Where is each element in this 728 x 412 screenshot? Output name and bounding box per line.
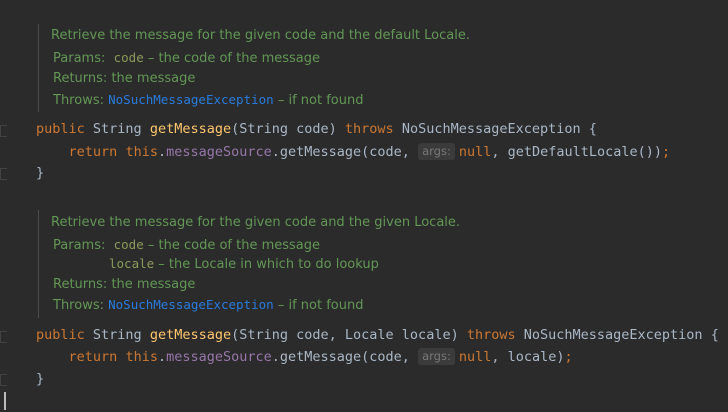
text-caret [4, 392, 6, 410]
keyword-null: null [458, 349, 492, 365]
doc-throws-label: Throws: [53, 298, 104, 313]
doc-param-name: code [113, 50, 144, 65]
doc-returns-label: Returns: [53, 277, 108, 292]
doc-throws-row: Throws: NoSuchMessageException – if not … [53, 296, 363, 314]
doc-param-name: code [113, 237, 144, 252]
keyword-return: return [68, 144, 118, 160]
semicolon: ; [662, 144, 671, 160]
field-message-source: messageSource [166, 144, 272, 160]
keyword-throws: throws [344, 121, 394, 137]
doc-throws-label: Throws: [53, 93, 104, 108]
keyword-public: public [36, 121, 85, 137]
fold-marker-icon[interactable] [0, 168, 7, 180]
close-brace-line[interactable]: } [36, 369, 44, 389]
close-brace: } [36, 165, 45, 181]
doc-params-label: Params: [53, 238, 106, 253]
doc-params-row: Params: code – the code of the message [53, 49, 320, 67]
field-message-source: messageSource [166, 349, 272, 365]
keyword-null: null [458, 144, 492, 160]
doc-returns-row: Returns: the message [53, 276, 195, 294]
doc-returns-row: Returns: the message [53, 70, 195, 88]
method-declaration[interactable]: public String getMessage(String code) th… [36, 119, 597, 139]
method-declaration[interactable]: public String getMessage(String code, Lo… [36, 325, 719, 345]
doc-param-desc: – the Locale in which to do lookup [158, 257, 379, 272]
doc-returns-text: the message [111, 71, 196, 86]
method-body-line[interactable]: return this.messageSource.getMessage(cod… [36, 142, 670, 162]
fold-marker-icon[interactable] [0, 125, 7, 137]
parameter-hint: args: [418, 348, 455, 365]
doc-throws-row: Throws: NoSuchMessageException – if not … [53, 91, 363, 109]
call-text: .getMessage(code, [271, 349, 419, 365]
exception-type: NoSuchMessageException [523, 327, 703, 343]
fold-marker-icon[interactable] [0, 331, 7, 343]
method-name: getMessage [149, 327, 232, 343]
dot: . [157, 144, 167, 160]
doc-params-row: Params: code – the code of the message [53, 236, 320, 254]
exception-type: NoSuchMessageException [401, 121, 581, 137]
call-rest: , locale) [491, 349, 565, 365]
doc-param-desc: – the code of the message [147, 51, 321, 66]
keyword-this: this [125, 144, 158, 160]
fold-marker-icon[interactable] [0, 374, 7, 386]
doc-params-label: Params: [53, 51, 106, 66]
return-type: String [92, 121, 142, 137]
dot: . [157, 349, 167, 365]
keyword-public: public [36, 327, 85, 343]
call-text: .getMessage(code, [271, 144, 419, 160]
parameter-hint: args: [418, 143, 455, 160]
code-editor[interactable]: Retrieve the message for the given code … [0, 0, 728, 412]
doc-returns-label: Returns: [53, 71, 108, 86]
doc-param-desc: – the code of the message [147, 238, 321, 253]
semicolon: ; [564, 349, 573, 365]
keyword-return: return [68, 349, 118, 365]
close-brace: } [36, 371, 45, 387]
keyword-this: this [125, 349, 158, 365]
doc-summary: Retrieve the message for the given code … [51, 215, 461, 230]
method-body-line[interactable]: return this.messageSource.getMessage(cod… [36, 347, 573, 367]
doc-params-row: locale – the Locale in which to do looku… [109, 255, 379, 273]
close-brace-line[interactable]: } [36, 163, 44, 183]
call-rest: , getDefaultLocale()) [491, 144, 663, 160]
open-brace: { [588, 121, 597, 137]
doc-throws-desc: – if not found [277, 93, 364, 108]
method-params: (String code, Locale locale) [231, 327, 467, 343]
javadoc-block[interactable]: Retrieve the message for the given code … [38, 24, 728, 112]
method-name: getMessage [149, 121, 232, 137]
doc-throws-link[interactable]: NoSuchMessageException [108, 297, 274, 312]
javadoc-block[interactable]: Retrieve the message for the given code … [38, 210, 728, 318]
doc-throws-link[interactable]: NoSuchMessageException [108, 92, 274, 107]
doc-summary: Retrieve the message for the given code … [51, 28, 470, 43]
doc-throws-desc: – if not found [277, 298, 364, 313]
open-brace: { [710, 327, 719, 343]
doc-returns-text: the message [111, 277, 196, 292]
keyword-throws: throws [466, 327, 516, 343]
method-params: (String code) [231, 121, 345, 137]
return-type: String [92, 327, 142, 343]
doc-param-name: locale [109, 256, 155, 271]
